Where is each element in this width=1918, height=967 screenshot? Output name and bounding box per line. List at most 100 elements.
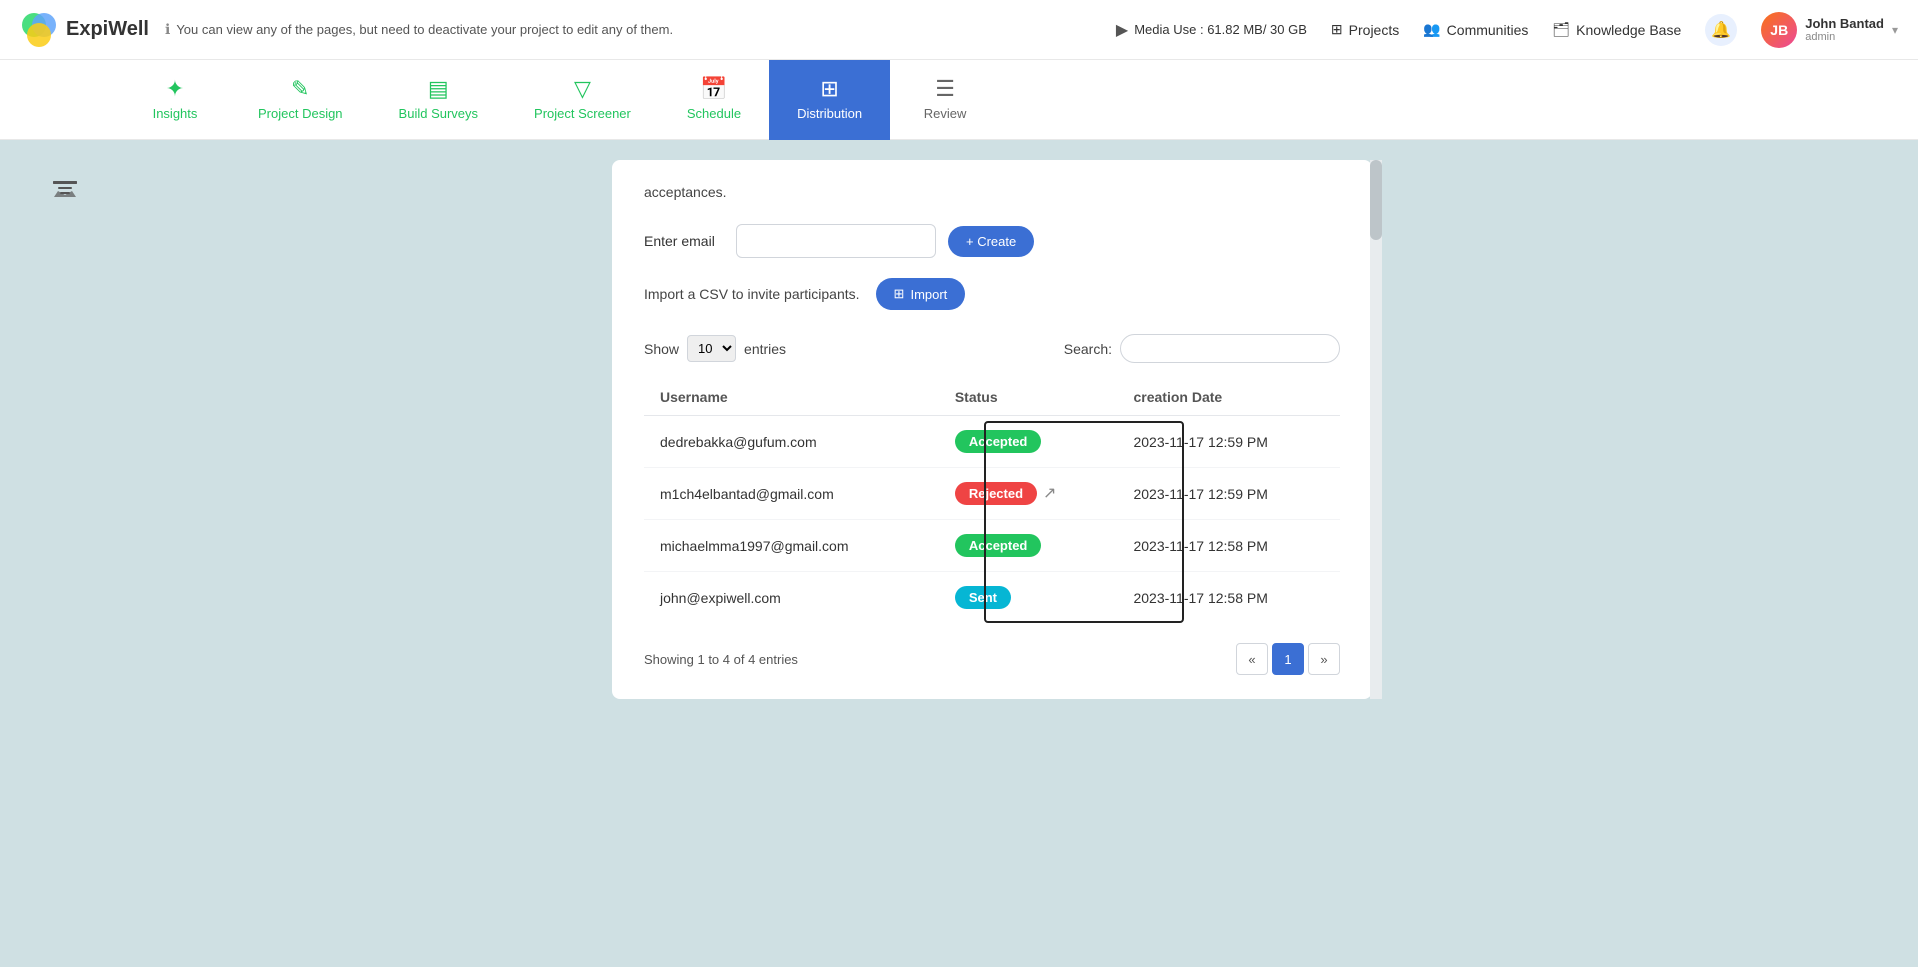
tab-project-design-label: Project Design xyxy=(258,106,343,121)
table-row: m1ch4elbantad@gmail.comRejected↗2023-11-… xyxy=(644,468,1340,520)
status-badge-sent: Sent xyxy=(955,586,1011,609)
tab-review[interactable]: ☰ Review xyxy=(890,60,1000,140)
cell-date: 2023-11-17 12:58 PM xyxy=(1117,520,1340,572)
logo-area: ExpiWell xyxy=(20,11,149,49)
import-button[interactable]: ⊞ Import xyxy=(876,278,966,310)
sidebar-distribution-icon xyxy=(45,170,85,210)
cell-status: Accepted xyxy=(939,520,1118,572)
tab-insights-label: Insights xyxy=(153,106,198,121)
tab-project-screener-label: Project Screener xyxy=(534,106,631,121)
communities-label: Communities xyxy=(1447,22,1529,38)
tab-schedule-label: Schedule xyxy=(687,106,741,121)
tab-project-design[interactable]: ✎ Project Design xyxy=(230,60,371,140)
status-badge-accepted: Accepted xyxy=(955,430,1042,453)
col-status: Status xyxy=(939,379,1118,416)
import-row: Import a CSV to invite participants. ⊞ I… xyxy=(644,278,1340,310)
status-badge-accepted: Accepted xyxy=(955,534,1042,557)
cell-username: m1ch4elbantad@gmail.com xyxy=(644,468,939,520)
tab-build-surveys[interactable]: ▤ Build Surveys xyxy=(371,60,506,140)
cell-username: john@expiwell.com xyxy=(644,572,939,624)
email-input[interactable] xyxy=(736,224,936,258)
build-surveys-icon: ▤ xyxy=(428,76,449,102)
search-input[interactable] xyxy=(1120,334,1340,363)
main-wrapper: acceptances. Enter email + Create Import… xyxy=(0,140,1918,719)
insights-icon: ✦ xyxy=(166,76,184,102)
user-name: John Bantad xyxy=(1805,16,1884,31)
content-area: acceptances. Enter email + Create Import… xyxy=(602,160,1382,699)
chevron-down-icon: ▾ xyxy=(1892,23,1898,37)
media-use: ▶ Media Use : 61.82 MB/ 30 GB xyxy=(1116,20,1307,40)
project-design-icon: ✎ xyxy=(291,76,309,102)
cell-status: Sent xyxy=(939,572,1118,624)
cell-date: 2023-11-17 12:58 PM xyxy=(1117,572,1340,624)
page-next-button[interactable]: » xyxy=(1308,643,1340,675)
col-username: Username xyxy=(644,379,939,416)
notification-button[interactable]: 🔔 xyxy=(1705,14,1737,46)
import-text: Import a CSV to invite participants. xyxy=(644,286,860,302)
info-message: You can view any of the pages, but need … xyxy=(176,22,673,37)
table-row: michaelmma1997@gmail.com Accepted 2023-11-… xyxy=(644,520,1340,572)
cell-status: Accepted xyxy=(939,416,1118,468)
user-area[interactable]: JB John Bantad admin ▾ xyxy=(1761,12,1898,48)
entries-select[interactable]: 10 25 50 xyxy=(687,335,736,362)
media-use-label: Media Use : 61.82 MB/ 30 GB xyxy=(1134,22,1307,37)
tab-insights[interactable]: ✦ Insights xyxy=(120,60,230,140)
logo-icon xyxy=(20,11,58,49)
cell-status: Rejected↗ xyxy=(939,468,1118,520)
page-first-button[interactable]: « xyxy=(1236,643,1268,675)
tab-project-screener[interactable]: ▽ Project Screener xyxy=(506,60,659,140)
acceptance-text: acceptances. xyxy=(644,184,1340,200)
table-row: dedrebakka@gufum.com Accepted 2023-11-17 1… xyxy=(644,416,1340,468)
user-role: admin xyxy=(1805,31,1884,43)
col-creation-date: creation Date xyxy=(1117,379,1340,416)
knowledge-base-icon: 🗂 xyxy=(1552,21,1570,38)
sidebar-icon-panel xyxy=(40,160,90,699)
cell-date: 2023-11-17 12:59 PM xyxy=(1117,468,1340,520)
user-info: John Bantad admin xyxy=(1805,16,1884,43)
cell-username: michaelmma1997@gmail.com xyxy=(644,520,939,572)
avatar: JB xyxy=(1761,12,1797,48)
scroll-thumb[interactable] xyxy=(1370,160,1382,240)
cell-date: 2023-11-17 12:59 PM xyxy=(1117,416,1340,468)
import-icon: ⊞ xyxy=(894,286,905,302)
info-banner: ℹ You can view any of the pages, but nee… xyxy=(165,21,1100,38)
distribution-icon: ⊞ xyxy=(820,76,838,102)
communities-link[interactable]: 👥 Communities xyxy=(1423,21,1528,38)
page-1-button[interactable]: 1 xyxy=(1272,643,1304,675)
logo-text: ExpiWell xyxy=(66,18,149,41)
play-icon: ▶ xyxy=(1116,20,1128,40)
header: ExpiWell ℹ You can view any of the pages… xyxy=(0,0,1918,60)
search-label: Search: xyxy=(1064,341,1112,357)
cell-username: dedrebakka@gufum.com xyxy=(644,416,939,468)
show-row: Show 10 25 50 entries Search: xyxy=(644,334,1340,363)
search-area: Search: xyxy=(1064,334,1340,363)
create-button[interactable]: + Create xyxy=(948,226,1034,257)
pagination: « 1 » xyxy=(1236,643,1340,675)
projects-label: Projects xyxy=(1349,22,1400,38)
info-icon: ℹ xyxy=(165,21,170,38)
header-right: ▶ Media Use : 61.82 MB/ 30 GB ⊞ Projects… xyxy=(1116,12,1898,48)
project-screener-icon: ▽ xyxy=(574,76,591,102)
knowledge-base-link[interactable]: 🗂 Knowledge Base xyxy=(1552,21,1681,38)
tab-navigation: ✦ Insights ✎ Project Design ▤ Build Surv… xyxy=(0,60,1918,140)
tab-distribution-label: Distribution xyxy=(797,106,862,121)
schedule-icon: 📅 xyxy=(700,76,727,102)
knowledge-base-label: Knowledge Base xyxy=(1576,22,1681,38)
email-row: Enter email + Create xyxy=(644,224,1340,258)
tab-schedule[interactable]: 📅 Schedule xyxy=(659,60,769,140)
content-panel: acceptances. Enter email + Create Import… xyxy=(612,160,1372,699)
showing-text: Showing 1 to 4 of 4 entries xyxy=(644,652,798,667)
entries-label: entries xyxy=(744,341,786,357)
review-icon: ☰ xyxy=(935,76,955,102)
show-label: Show xyxy=(644,341,679,357)
email-label: Enter email xyxy=(644,233,724,249)
data-table: Username Status creation Date dedrebakka… xyxy=(644,379,1340,623)
scroll-rail xyxy=(1370,160,1382,699)
pagination-row: Showing 1 to 4 of 4 entries « 1 » xyxy=(644,643,1340,675)
projects-icon: ⊞ xyxy=(1331,21,1343,38)
share-icon[interactable]: ↗ xyxy=(1043,483,1056,503)
projects-link[interactable]: ⊞ Projects xyxy=(1331,21,1399,38)
import-btn-label: Import xyxy=(910,287,947,302)
table-wrapper: Username Status creation Date dedrebakka… xyxy=(644,379,1340,623)
tab-distribution[interactable]: ⊞ Distribution xyxy=(769,60,890,140)
